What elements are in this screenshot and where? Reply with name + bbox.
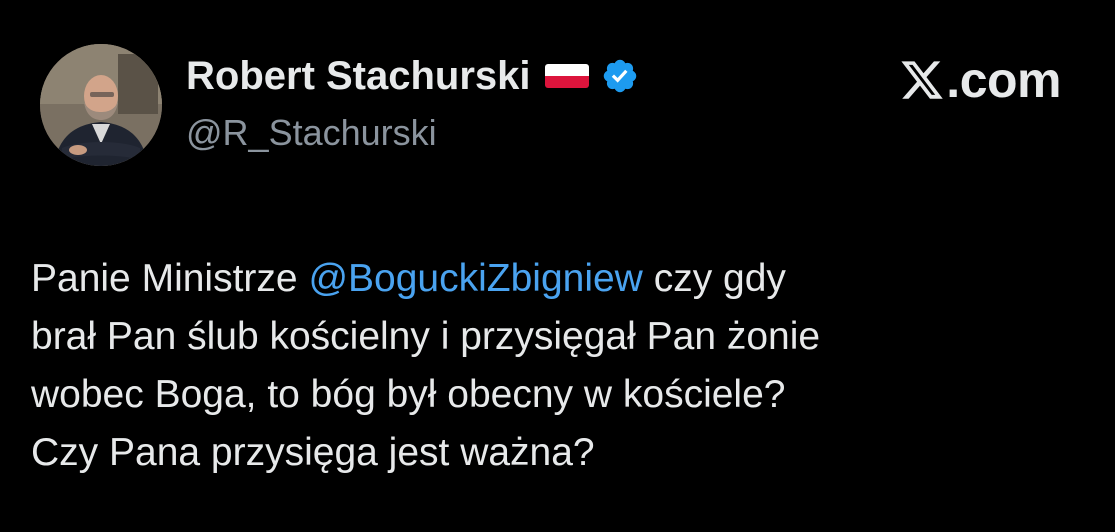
tweet-line-3: wobec Boga, to bóg był obecny w kościele… xyxy=(31,373,786,416)
avatar[interactable] xyxy=(40,44,162,166)
tweet-line-1-prefix: Panie Ministrze xyxy=(31,257,309,300)
tweet-line-2: brał Pan ślub kościelny i przysięgał Pan… xyxy=(31,315,821,358)
poland-flag-icon xyxy=(544,64,589,88)
tweet-line-1-suffix: czy gdy xyxy=(642,257,786,300)
site-domain: .com xyxy=(946,52,1061,108)
author-handle[interactable]: @R_Stachurski xyxy=(186,112,639,154)
tweet-line-4: Czy Pana przysięga jest ważna? xyxy=(31,431,595,474)
site-logo: .com xyxy=(899,52,1061,108)
name-row: Robert Stachurski xyxy=(186,50,639,102)
author-block: Robert Stachurski @R_Stachurski xyxy=(186,50,639,154)
tweet-line-1: Panie Ministrze @BoguckiZbigniew czy gdy xyxy=(31,250,1091,308)
tweet-text: Panie Ministrze @BoguckiZbigniew czy gdy… xyxy=(31,250,1091,482)
display-name[interactable]: Robert Stachurski xyxy=(186,54,531,99)
verified-badge-icon xyxy=(601,57,639,95)
x-logo-icon xyxy=(899,57,945,103)
avatar-photo xyxy=(40,44,162,166)
mention-link[interactable]: @BoguckiZbigniew xyxy=(308,257,642,300)
tweet-card: Robert Stachurski @R_Stachurski .com Pan… xyxy=(0,0,1115,532)
